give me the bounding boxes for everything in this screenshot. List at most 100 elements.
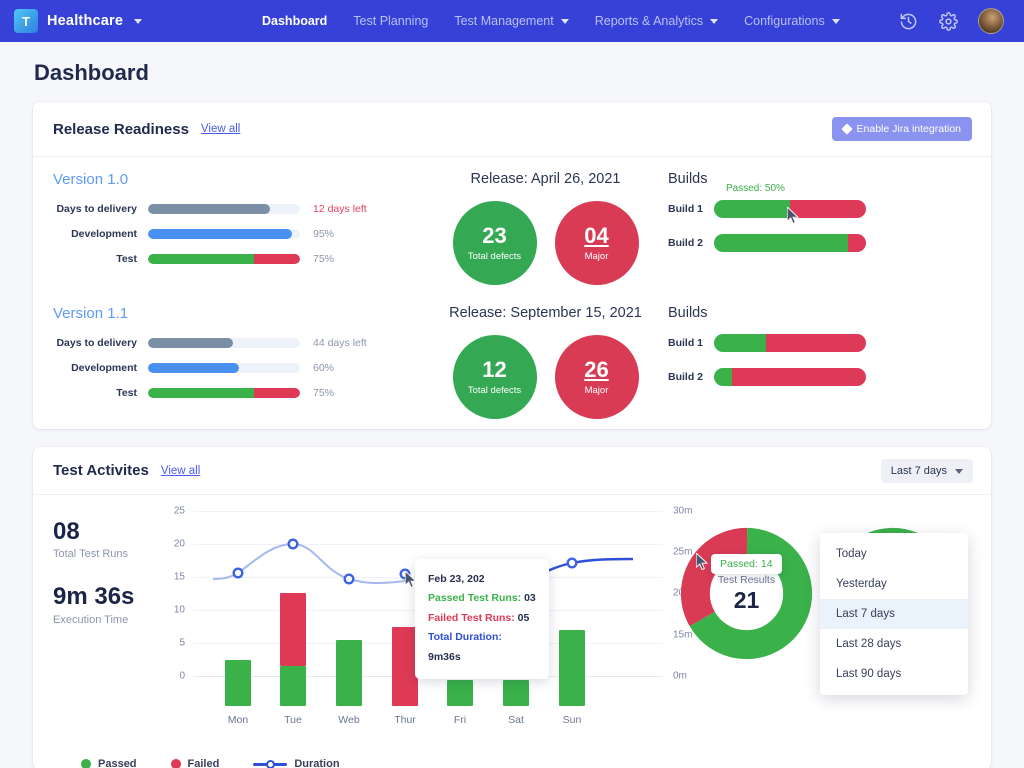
version-progress-column: Version 1.0 Days to delivery 12 days lef… [53,171,423,285]
release-defects-column: Release: September 15, 2021 12 Total def… [423,305,668,419]
tooltip-duration-value: 9m36s [428,651,461,663]
progress-track [148,229,300,239]
total-defects-value: 23 [482,224,506,247]
date-range-option-last-28-days[interactable]: Last 28 days [820,629,968,659]
legend-dot-passed-icon [81,759,91,768]
progress-fill-test-passed [148,388,254,398]
test-activities-card: Test Activites View all Last 7 days 08 T… [33,447,991,768]
builds-title: Builds [668,171,971,187]
total-defects-caption: Total defects [468,251,521,262]
nav-item-reports-analytics[interactable]: Reports & Analytics [595,14,718,28]
total-defects-circle[interactable]: 12 Total defects [453,335,537,419]
nav-label: Dashboard [262,14,327,28]
total-defects-circle[interactable]: 23 Total defects [453,201,537,285]
test-results-donut[interactable]: Test Results 21 [679,526,814,661]
build-passed-tooltip: Passed: 50% [726,183,785,194]
build-progress-bar[interactable] [714,368,866,386]
tooltip-failed-runs: Failed Test Runs: 05 [428,609,536,628]
version-name: Version 1.0 [53,171,423,188]
progress-value: 44 days left [300,337,367,349]
date-range-dropdown-button[interactable]: Last 7 days [881,459,973,483]
nav-label: Test Management [454,14,553,28]
progress-row-development: Development 60% [53,362,423,374]
legend-item-failed[interactable]: Failed [171,758,220,768]
tooltip-duration-label: Total Duration: [428,631,502,643]
tooltip-total-duration: Total Duration: 9m36s [428,628,536,667]
tooltip-date: Feb 23, 202 [428,570,536,589]
major-defects-circle[interactable]: 04 Major [555,201,639,285]
release-date-label: Release: September 15, 2021 [423,305,668,321]
history-icon[interactable] [898,11,918,31]
legend-label-duration: Duration [294,758,339,768]
x-tick-mon: Mon [228,706,248,726]
chevron-down-icon[interactable] [134,19,142,24]
nav-item-configurations[interactable]: Configurations [744,14,840,28]
build-label: Build 1 [668,337,714,349]
tooltip-passed-label: Passed Test Runs: [428,592,521,604]
tooltip-failed-label: Failed Test Runs: [428,612,515,624]
y-tick-0: 0 [179,671,193,682]
y-tick-15: 15 [174,572,193,583]
chevron-down-icon [832,19,840,24]
x-tick-sat: Sat [508,706,524,726]
avatar[interactable] [978,8,1004,34]
test-activities-view-all-link[interactable]: View all [161,465,200,477]
progress-row-test: Test 75% [53,253,423,265]
date-range-dropdown-menu[interactable]: Today Yesterday Last 7 days Last 28 days… [820,533,968,695]
build-label: Build 2 [668,237,714,249]
nav-item-test-management[interactable]: Test Management [454,14,568,28]
release-readiness-header: Release Readiness View all Enable Jira i… [33,102,991,157]
release-readiness-view-all-link[interactable]: View all [201,123,240,135]
top-navigation-bar: T Healthcare Dashboard Test Planning Tes… [0,0,1024,42]
build-progress-bar[interactable] [714,334,866,352]
legend-label-passed: Passed [98,758,137,768]
legend-dot-failed-icon [171,759,181,768]
version-name: Version 1.1 [53,305,423,322]
build-progress-bar[interactable] [714,234,866,252]
progress-row-test: Test 75% [53,387,423,399]
x-tick-web: Web [338,706,359,726]
legend-item-duration[interactable]: Duration [253,758,339,768]
defect-circles: 23 Total defects 04 Major [423,201,668,285]
build-row: Build 2 [668,368,971,386]
date-range-option-yesterday[interactable]: Yesterday [820,569,968,599]
nav-label: Configurations [744,14,825,28]
release-version-row: Version 1.1 Days to delivery 44 days lef… [33,295,991,429]
total-defects-caption: Total defects [468,385,521,396]
version-progress-column: Version 1.1 Days to delivery 44 days lef… [53,305,423,419]
release-defects-column: Release: April 26, 2021 23 Total defects… [423,171,668,285]
gear-icon[interactable] [938,11,958,31]
progress-label: Test [53,253,148,265]
builds-column: Builds Build 1 Build 2 [668,305,971,419]
progress-value: 95% [300,228,334,240]
chevron-down-icon [561,19,569,24]
date-range-option-last-7-days[interactable]: Last 7 days [820,599,968,629]
nav-item-test-planning[interactable]: Test Planning [353,14,428,28]
build-progress-bar[interactable] [714,200,866,218]
progress-track [148,388,300,398]
chevron-down-icon [710,19,718,24]
progress-fill-days [148,204,270,214]
date-range-option-today[interactable]: Today [820,539,968,569]
donut-value: 21 [734,587,760,614]
release-date-label: Release: April 26, 2021 [423,171,668,187]
release-version-row: Version 1.0 Days to delivery 12 days lef… [33,157,991,295]
progress-value: 60% [300,362,334,374]
nav-item-dashboard[interactable]: Dashboard [262,14,327,28]
build-failed-segment [766,334,866,352]
y-tick-20: 20 [174,539,193,550]
build-row: Build 1 [668,334,971,352]
jira-diamond-icon [841,123,852,134]
major-defects-value: 04 [584,224,608,247]
progress-value: 12 days left [300,203,367,215]
chevron-down-icon [955,469,963,474]
x-tick-tue: Tue [284,706,302,726]
enable-jira-integration-button[interactable]: Enable Jira integration [832,117,972,141]
test-activities-stats: 08 Total Test Runs 9m 36s Execution Time [53,511,193,706]
date-range-option-last-90-days[interactable]: Last 90 days [820,659,968,689]
major-defects-circle[interactable]: 26 Major [555,335,639,419]
brand-area[interactable]: T Healthcare [14,9,244,33]
progress-value: 75% [300,253,334,265]
legend-item-passed[interactable]: Passed [81,758,137,768]
build-passed-segment [714,368,732,386]
